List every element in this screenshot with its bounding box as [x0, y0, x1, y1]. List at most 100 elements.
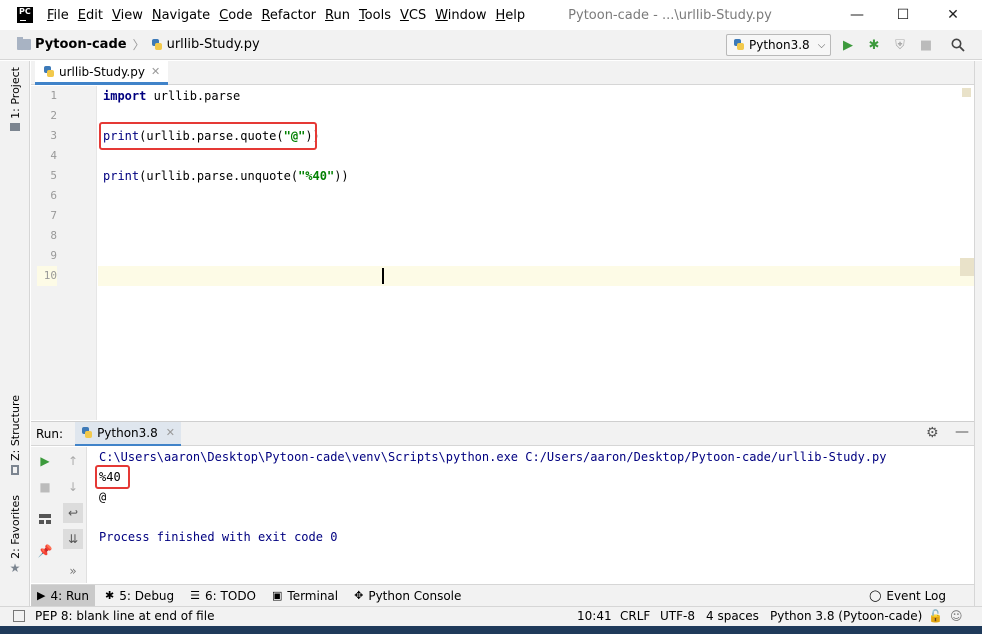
menu-refactor[interactable]: Refactor [261, 8, 316, 23]
breadcrumb: Pytoon-cade 〉 urllib-Study.py [0, 36, 260, 53]
run-with-coverage-icon[interactable]: ⛨ [892, 37, 908, 53]
tool-tab-favorites[interactable]: 2: Favorites ★ [4, 495, 26, 575]
gear-icon[interactable]: ⚙ [926, 425, 939, 441]
inspector-icon[interactable]: ☺ [950, 609, 963, 623]
run-toolbar-secondary: ↑ ↓ ↩ ⇊ » [59, 447, 87, 583]
terminal-icon: ▣ [272, 589, 283, 602]
line-number: 1 [50, 89, 57, 102]
console-line-exit: Process finished with exit code 0 [99, 530, 338, 544]
status-message: PEP 8: blank line at end of file [35, 609, 215, 623]
minimize-panel-icon[interactable]: — [955, 424, 969, 440]
code-editor[interactable]: 1 2 3 4 5 6 7 8 9 10 import urllib.parse… [31, 86, 974, 420]
right-tool-strip [974, 61, 982, 606]
left-tool-strip: 1: Project Z: Structure 2: Favorites ★ [0, 61, 30, 606]
run-toolbar: ▶ ■ 📌 [31, 447, 59, 583]
project-icon [10, 122, 20, 131]
file-encoding[interactable]: UTF-8 [660, 609, 695, 623]
run-configuration-label: Python3.8 [749, 38, 810, 52]
menu-bar: File Edit View Navigate Code Refactor Ru… [47, 8, 534, 23]
console-line-output: @ [99, 490, 107, 504]
menu-file[interactable]: File [47, 8, 69, 23]
line-separator[interactable]: CRLF [620, 609, 650, 623]
run-icon[interactable]: ▶ [840, 37, 856, 53]
close-button[interactable]: ✕ [930, 0, 976, 30]
menu-vcs[interactable]: VCS [400, 8, 426, 23]
minimize-button[interactable]: — [834, 0, 880, 30]
arrow-down-icon[interactable]: ↓ [63, 477, 83, 497]
tool-window-todo[interactable]: ☰ 6: TODO [184, 585, 262, 607]
python-icon [733, 38, 745, 52]
breadcrumb-project[interactable]: Pytoon-cade [35, 37, 127, 52]
status-bar: PEP 8: blank line at end of file 10:41 C… [0, 606, 982, 626]
line-number: 4 [50, 149, 57, 162]
scroll-to-end-icon[interactable]: ⇊ [63, 529, 83, 549]
run-panel-label: Run: [36, 426, 64, 441]
tool-tab-structure[interactable]: Z: Structure [4, 395, 26, 475]
indent-setting[interactable]: 4 spaces [706, 609, 759, 623]
highlight-box-line-3 [99, 122, 317, 150]
tool-window-run[interactable]: ▶ 4: Run [31, 584, 95, 607]
line-number: 3 [50, 129, 57, 142]
inspection-marker[interactable] [962, 88, 971, 97]
stop-icon[interactable]: ■ [35, 477, 55, 497]
folder-icon [17, 37, 31, 50]
line-number-current: 10 [37, 266, 57, 286]
line-number: 5 [50, 169, 57, 182]
run-tab-python38[interactable]: Python3.8 ✕ [75, 421, 181, 446]
stop-icon[interactable]: ■ [918, 37, 934, 53]
code-line-1: import urllib.parse [103, 89, 241, 103]
bottom-tool-window-bar: ▶ 4: Run ✱ 5: Debug ☰ 6: TODO ▣ Terminal… [31, 584, 974, 607]
menu-navigate[interactable]: Navigate [152, 8, 210, 23]
editor-tab-bar: urllib-Study.py ✕ [31, 61, 974, 85]
run-configuration-select[interactable]: Python3.8 ⌵ [726, 34, 831, 56]
menu-help[interactable]: Help [496, 8, 526, 23]
title-bar: PC File Edit View Navigate Code Refactor… [0, 0, 982, 30]
breadcrumb-file[interactable]: urllib-Study.py [167, 37, 260, 52]
os-taskbar [0, 626, 982, 634]
interpreter-setting[interactable]: Python 3.8 (Pytoon-cade) [770, 609, 922, 623]
menu-view[interactable]: View [112, 8, 143, 23]
window-title: Pytoon-cade - ...\urllib-Study.py [568, 7, 772, 23]
console-line-command: C:\Users\aaron\Desktop\Pytoon-cade\venv\… [99, 450, 887, 464]
maximize-button[interactable]: ☐ [880, 0, 926, 30]
tool-tab-project[interactable]: 1: Project [4, 67, 26, 131]
menu-code[interactable]: Code [219, 8, 252, 23]
chevron-right-icon: 〉 [132, 38, 145, 52]
tool-window-debug[interactable]: ✱ 5: Debug [99, 585, 180, 607]
lock-icon[interactable]: 🔓 [928, 609, 943, 623]
close-tab-icon[interactable]: ✕ [151, 65, 160, 78]
line-number: 8 [50, 229, 57, 242]
scroll-position-marker[interactable] [960, 258, 974, 276]
python-icon [81, 426, 93, 440]
current-line-highlight [98, 266, 974, 286]
run-console[interactable]: C:\Users\aaron\Desktop\Pytoon-cade\venv\… [88, 447, 974, 583]
menu-run[interactable]: Run [325, 8, 350, 23]
editor-tab-urllib-study[interactable]: urllib-Study.py ✕ [35, 61, 169, 85]
menu-edit[interactable]: Edit [78, 8, 103, 23]
tool-windows-toggle-icon[interactable] [13, 610, 25, 622]
chevron-down-icon: ⌵ [817, 39, 826, 51]
pycharm-logo-icon: PC [17, 7, 33, 23]
bug-icon: ✱ [104, 589, 115, 602]
caret-position[interactable]: 10:41 [577, 609, 612, 623]
python-file-icon [43, 65, 55, 79]
more-icon[interactable]: » [63, 561, 83, 581]
star-icon: ★ [9, 560, 21, 575]
list-icon: ☰ [190, 589, 201, 602]
menu-window[interactable]: Window [435, 8, 486, 23]
rerun-icon[interactable]: ▶ [35, 451, 55, 471]
arrow-up-icon[interactable]: ↑ [63, 451, 83, 471]
layout-icon[interactable] [35, 509, 55, 529]
run-panel-header: Run: Python3.8 ✕ ⚙ — [31, 421, 974, 446]
line-number-gutter: 1 2 3 4 5 6 7 8 9 10 [31, 86, 97, 420]
tool-window-event-log[interactable]: ◯ Event Log [863, 585, 952, 607]
menu-tools[interactable]: Tools [359, 8, 391, 23]
pin-icon[interactable]: 📌 [35, 541, 55, 561]
soft-wrap-icon[interactable]: ↩ [63, 503, 83, 523]
structure-icon [11, 464, 19, 475]
tool-window-python-console[interactable]: ✥ Python Console [348, 585, 467, 607]
debug-icon[interactable]: ✱ [866, 37, 882, 53]
search-icon[interactable] [950, 37, 966, 53]
tool-window-terminal[interactable]: ▣ Terminal [266, 585, 344, 607]
close-tab-icon[interactable]: ✕ [166, 426, 175, 439]
